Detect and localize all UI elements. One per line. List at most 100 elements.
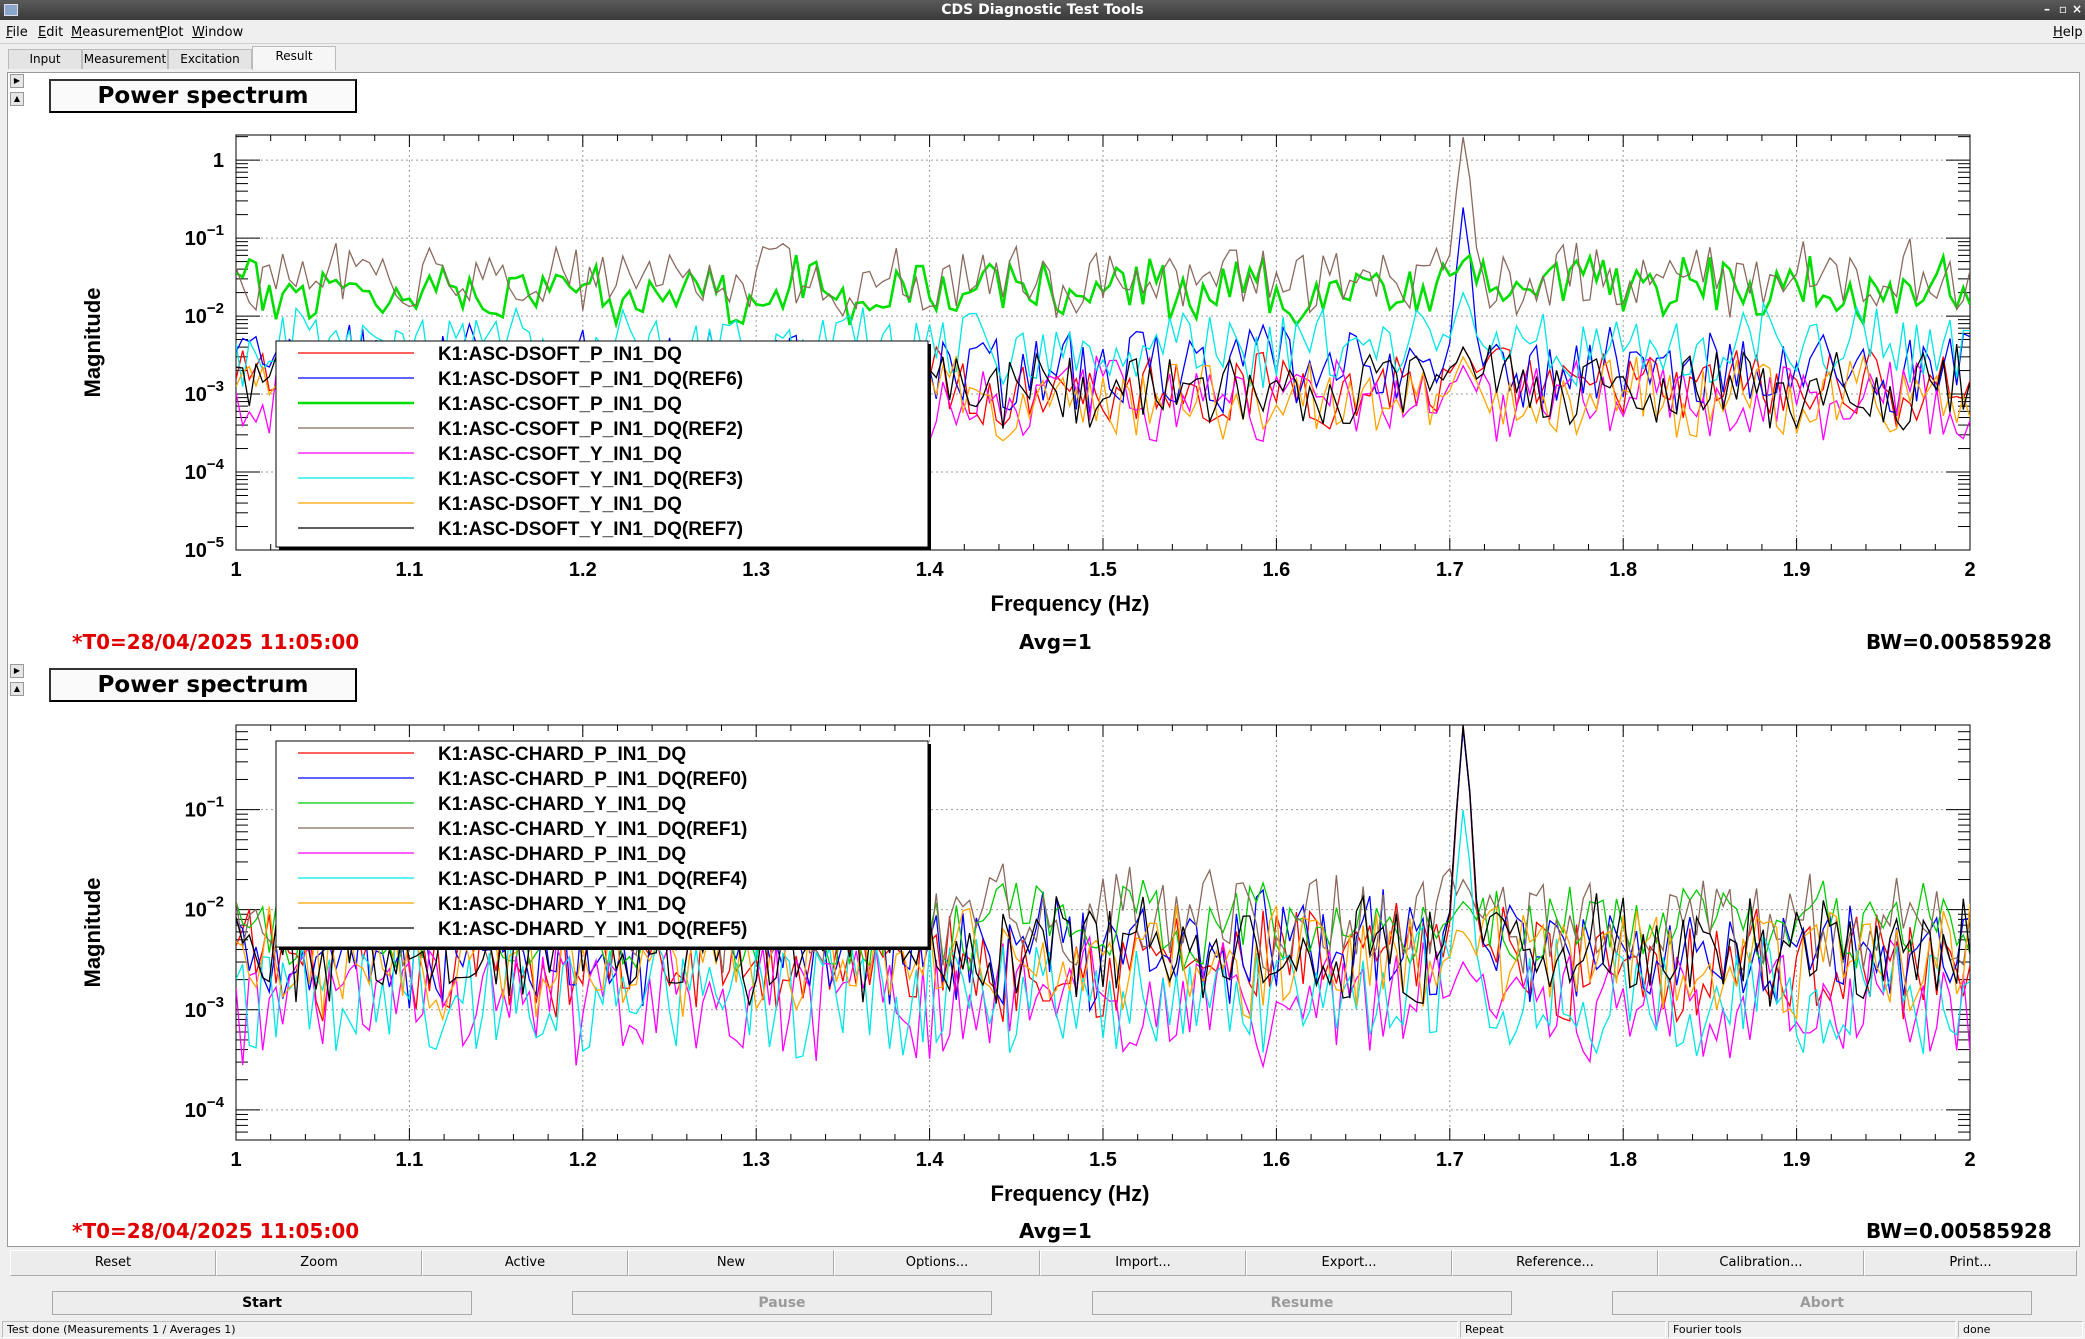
legend-label: K1:ASC-DHARD_P_IN1_DQ(REF4)	[438, 869, 747, 890]
legend: K1:ASC-CHARD_P_IN1_DQ K1:ASC-CHARD_P_IN1_…	[275, 740, 931, 950]
reset-button[interactable]: Reset	[10, 1250, 216, 1276]
x-tick-label: 1.1	[395, 1149, 423, 1171]
x-tick-label: 2	[1964, 1149, 1975, 1171]
window-titlebar: CDS Diagnostic Test Tools – ▫ ×	[0, 0, 2085, 20]
legend-label: K1:ASC-DHARD_Y_IN1_DQ	[438, 894, 686, 915]
window-title: CDS Diagnostic Test Tools	[941, 2, 1144, 18]
legend-label: K1:ASC-CHARD_P_IN1_DQ(REF0)	[438, 769, 747, 790]
legend-label: K1:ASC-DHARD_Y_IN1_DQ(REF5)	[438, 919, 747, 940]
y-tick-label: 10−2	[185, 894, 224, 922]
x-tick-label: 1.7	[1436, 1149, 1464, 1171]
menu-edit[interactable]: Edit	[38, 25, 63, 40]
legend-label: K1:ASC-CSOFT_P_IN1_DQ	[438, 394, 682, 415]
x-tick-label: 1.2	[569, 1149, 597, 1171]
x-tick-label: 1.5	[1089, 1149, 1117, 1171]
menu-file[interactable]: File	[6, 25, 28, 40]
menu-measurement[interactable]: Measurement	[71, 25, 160, 40]
menu-window[interactable]: Window	[192, 25, 243, 40]
x-tick-label: 1.4	[916, 1149, 945, 1171]
power-spectrum-plot[interactable]: 1 1.1 1.2 1.3 1.4 1.5 1.6 1.7 1.8 1.9 2 10−1 10−2 10−…	[0, 705, 2085, 1225]
average-count: Avg=1	[1019, 630, 1092, 654]
y-tick-label: 10−1	[185, 222, 224, 250]
y-tick-label: 10−3	[185, 378, 224, 406]
status-fourier: Fourier tools	[1668, 1321, 1956, 1338]
x-tick-label: 1.5	[1089, 559, 1117, 581]
calibration-button[interactable]: Calibration...	[1658, 1250, 1864, 1276]
scroll-up-icon[interactable]: ▲	[10, 682, 24, 696]
x-tick-label: 1.6	[1262, 1149, 1290, 1171]
legend-label: K1:ASC-CHARD_P_IN1_DQ	[438, 744, 686, 765]
legend-label: K1:ASC-DHARD_P_IN1_DQ	[438, 844, 686, 865]
status-message: Test done (Measurements 1 / Averages 1)	[2, 1321, 1458, 1338]
t0-timestamp: *T0=28/04/2025 11:05:00	[72, 630, 360, 654]
print-button[interactable]: Print...	[1864, 1250, 2077, 1276]
x-axis-label: Frequency (Hz)	[991, 591, 1150, 616]
x-tick-label: 1.8	[1609, 559, 1637, 581]
tab-excitation[interactable]: Excitation	[168, 49, 252, 69]
reference-button[interactable]: Reference...	[1452, 1250, 1658, 1276]
x-tick-label: 2	[1964, 559, 1975, 581]
zoom-button[interactable]: Zoom	[216, 1250, 422, 1276]
x-axis-label: Frequency (Hz)	[991, 1181, 1150, 1206]
legend-label: K1:ASC-DSOFT_Y_IN1_DQ(REF7)	[438, 519, 743, 540]
status-bar: Test done (Measurements 1 / Averages 1) …	[0, 1320, 2085, 1339]
measurement-controls: Start Pause Resume Abort	[0, 1291, 2085, 1317]
app-icon	[4, 4, 18, 16]
x-tick-label: 1.6	[1262, 559, 1290, 581]
legend-label: K1:ASC-CSOFT_Y_IN1_DQ(REF3)	[438, 469, 743, 490]
tab-bar: Input Measurement Excitation Result	[0, 46, 2085, 70]
new-button[interactable]: New	[628, 1250, 834, 1276]
tab-measurement[interactable]: Measurement	[82, 49, 168, 69]
x-tick-label: 1.7	[1436, 559, 1464, 581]
y-tick-label: 10−4	[185, 456, 225, 484]
export-button[interactable]: Export...	[1246, 1250, 1452, 1276]
start-button[interactable]: Start	[52, 1291, 472, 1315]
power-spectrum-plot[interactable]: 1 1.1 1.2 1.3 1.4 1.5 1.6 1.7 1.8 1.9 2 1 10−1 10−2 10…	[0, 115, 2085, 635]
x-tick-label: 1.9	[1783, 559, 1811, 581]
y-tick-label: 1	[213, 150, 224, 172]
y-tick-label: 10−1	[185, 794, 224, 822]
x-tick-label: 1.1	[395, 559, 423, 581]
x-tick-label: 1.3	[742, 559, 770, 581]
legend-label: K1:ASC-DSOFT_P_IN1_DQ(REF6)	[438, 369, 743, 390]
scroll-up-icon[interactable]: ▲	[10, 92, 24, 106]
legend-label: K1:ASC-CSOFT_Y_IN1_DQ	[438, 444, 682, 465]
y-tick-label: 10−5	[185, 534, 224, 562]
panel-title: Power spectrum	[49, 79, 357, 113]
legend-label: K1:ASC-CHARD_Y_IN1_DQ(REF1)	[438, 819, 747, 840]
import-button[interactable]: Import...	[1040, 1250, 1246, 1276]
legend-label: K1:ASC-DSOFT_P_IN1_DQ	[438, 344, 682, 365]
y-tick-label: 10−2	[185, 300, 224, 328]
resume-button[interactable]: Resume	[1092, 1291, 1512, 1315]
scroll-right-icon[interactable]: ▶	[10, 664, 24, 678]
x-tick-label: 1	[230, 559, 241, 581]
options-button[interactable]: Options...	[834, 1250, 1040, 1276]
x-tick-label: 1.2	[569, 559, 597, 581]
y-axis-label: Magnitude	[80, 288, 105, 398]
pause-button[interactable]: Pause	[572, 1291, 992, 1315]
x-tick-label: 1.9	[1783, 1149, 1811, 1171]
y-tick-label: 10−3	[185, 994, 224, 1022]
menu-help[interactable]: Help	[2053, 25, 2083, 40]
maximize-icon[interactable]: ▫	[2056, 2, 2070, 16]
status-repeat: Repeat	[1460, 1321, 1666, 1338]
legend: K1:ASC-DSOFT_P_IN1_DQ K1:ASC-DSOFT_P_IN1_…	[275, 340, 931, 550]
legend-label: K1:ASC-DSOFT_Y_IN1_DQ	[438, 494, 682, 515]
menu-plot[interactable]: Plot	[159, 25, 184, 40]
average-count: Avg=1	[1019, 1219, 1092, 1243]
x-tick-label: 1.3	[742, 1149, 770, 1171]
legend-label: K1:ASC-CSOFT_P_IN1_DQ(REF2)	[438, 419, 743, 440]
tab-input[interactable]: Input	[8, 49, 82, 69]
bandwidth-value: BW=0.00585928	[1866, 1219, 2052, 1243]
x-tick-label: 1	[230, 1149, 241, 1171]
active-button[interactable]: Active	[422, 1250, 628, 1276]
plot-toolbar: Reset Zoom Active New Options... Import.…	[10, 1250, 2077, 1276]
tab-result[interactable]: Result	[252, 46, 336, 70]
y-axis-label: Magnitude	[80, 878, 105, 988]
abort-button[interactable]: Abort	[1612, 1291, 2032, 1315]
minimize-icon[interactable]: –	[2040, 2, 2054, 16]
x-tick-label: 1.4	[916, 559, 945, 581]
scroll-right-icon[interactable]: ▶	[10, 74, 24, 88]
close-icon[interactable]: ×	[2070, 2, 2084, 16]
bandwidth-value: BW=0.00585928	[1866, 630, 2052, 654]
